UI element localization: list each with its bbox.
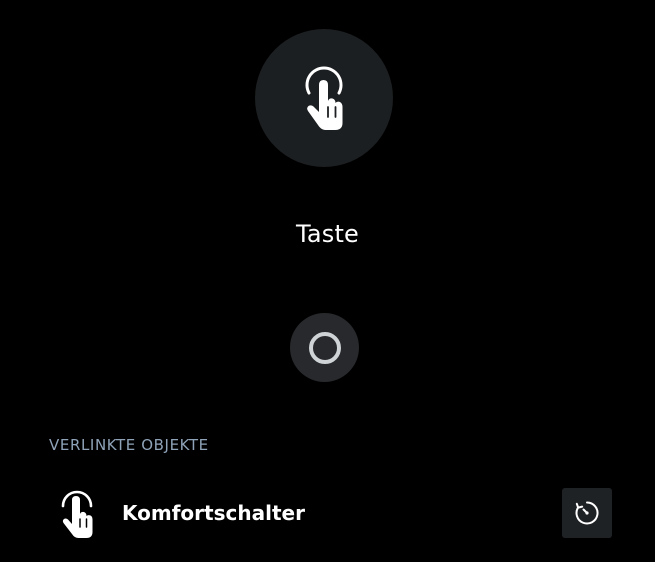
ring-icon xyxy=(308,331,341,364)
linked-object-row[interactable]: Komfortschalter xyxy=(0,478,655,548)
timer-icon xyxy=(575,501,599,525)
toggle-button[interactable] xyxy=(290,313,359,382)
device-icon-circle xyxy=(255,29,393,167)
linked-object-label: Komfortschalter xyxy=(122,501,305,525)
hand-tap-icon xyxy=(305,66,343,130)
page-title: Taste xyxy=(295,220,360,248)
page: Taste VERLINKTE OBJEKTE Komfortschalter xyxy=(0,0,655,562)
hand-tap-icon xyxy=(61,490,93,538)
timer-button[interactable] xyxy=(562,488,612,538)
section-heading-linked-objects: VERLINKTE OBJEKTE xyxy=(49,436,209,454)
